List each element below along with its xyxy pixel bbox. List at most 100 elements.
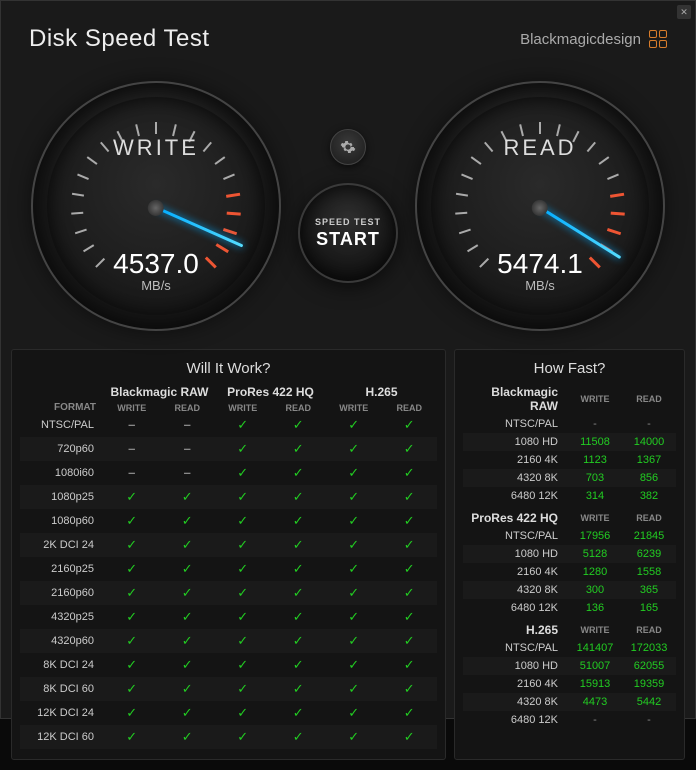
- write-gauge-value: 4537.0 MB/s: [33, 248, 279, 293]
- table-row: 8K DCI 60✓✓✓✓✓✓: [20, 677, 437, 701]
- table-row: 8K DCI 24✓✓✓✓✓✓: [20, 653, 437, 677]
- check-icon: ✓: [404, 609, 415, 624]
- resolution-label: 1080 HD: [463, 548, 568, 560]
- will-it-work-title: Will It Work?: [20, 360, 437, 377]
- table-row: 1080 HD51286239: [463, 545, 676, 563]
- check-icon: ✓: [182, 513, 193, 528]
- check-icon: ✓: [182, 657, 193, 672]
- check-icon: ✓: [348, 609, 359, 624]
- resolution-label: 1080 HD: [463, 436, 568, 448]
- resolution-label: 4320 8K: [463, 696, 568, 708]
- check-icon: ✓: [404, 681, 415, 696]
- check-icon: ✓: [237, 585, 248, 600]
- check-icon: ✓: [404, 561, 415, 576]
- check-icon: ✓: [293, 489, 304, 504]
- table-row: NTSC/PAL141407172033: [463, 639, 676, 657]
- read-value: 5442: [622, 696, 676, 708]
- check-icon: ✓: [404, 441, 415, 456]
- check-icon: ✓: [293, 561, 304, 576]
- check-icon: ✓: [293, 465, 304, 480]
- table-row: 2160 4K12801558: [463, 563, 676, 581]
- check-icon: ✓: [126, 537, 137, 552]
- check-icon: ✓: [126, 657, 137, 672]
- check-icon: ✓: [348, 465, 359, 480]
- how-fast-title: How Fast?: [463, 360, 676, 377]
- read-value: 6239: [622, 548, 676, 560]
- codec-header: Blackmagic RAWWRITEREAD: [463, 385, 676, 413]
- check-icon: ✓: [182, 729, 193, 744]
- read-value: 21845: [622, 530, 676, 542]
- format-label: 2160p60: [20, 587, 104, 599]
- check-icon: ✓: [348, 417, 359, 432]
- check-icon: ✓: [404, 705, 415, 720]
- start-button[interactable]: SPEED TEST START: [298, 183, 398, 283]
- resolution-label: 6480 12K: [463, 602, 568, 614]
- check-icon: ✓: [237, 705, 248, 720]
- check-icon: ✓: [237, 513, 248, 528]
- check-icon: ✓: [237, 561, 248, 576]
- table-row: 1080p60✓✓✓✓✓✓: [20, 509, 437, 533]
- table-row: 2K DCI 24✓✓✓✓✓✓: [20, 533, 437, 557]
- check-icon: ✓: [348, 657, 359, 672]
- check-icon: ✓: [404, 633, 415, 648]
- table-row: 4320 8K44735442: [463, 693, 676, 711]
- how-fast-body: Blackmagic RAWWRITEREADNTSC/PAL--1080 HD…: [463, 385, 676, 729]
- check-icon: ✓: [182, 609, 193, 624]
- format-label: 12K DCI 24: [20, 707, 104, 719]
- read-value: 19359: [622, 678, 676, 690]
- read-value: 382: [622, 490, 676, 502]
- check-icon: ✓: [126, 489, 137, 504]
- read-value: 1558: [622, 566, 676, 578]
- write-value: 141407: [568, 642, 622, 654]
- table-row: 6480 12K136165: [463, 599, 676, 617]
- check-icon: ✓: [182, 585, 193, 600]
- read-value: 14000: [622, 436, 676, 448]
- center-controls: SPEED TEST START: [298, 129, 398, 283]
- dash-icon: –: [128, 465, 135, 480]
- write-value: -: [568, 418, 622, 430]
- check-icon: ✓: [348, 513, 359, 528]
- table-row: 4320p60✓✓✓✓✓✓: [20, 629, 437, 653]
- table-row: 1080 HD1150814000: [463, 433, 676, 451]
- check-icon: ✓: [404, 537, 415, 552]
- check-icon: ✓: [348, 729, 359, 744]
- format-label: 2160p25: [20, 563, 104, 575]
- table-row: 2160p60✓✓✓✓✓✓: [20, 581, 437, 605]
- how-fast-panel: How Fast? Blackmagic RAWWRITEREAD NTSC/PA…: [454, 349, 685, 760]
- resolution-label: 4320 8K: [463, 472, 568, 484]
- read-value: -: [622, 418, 676, 430]
- write-value: 17956: [568, 530, 622, 542]
- format-label: 1080p25: [20, 491, 104, 503]
- format-label: 4320p60: [20, 635, 104, 647]
- table-row: 720p60––✓✓✓✓: [20, 437, 437, 461]
- check-icon: ✓: [404, 585, 415, 600]
- brand-name: Blackmagicdesign: [520, 31, 641, 48]
- table-row: 6480 12K314382: [463, 487, 676, 505]
- disk-speed-test-window: ✕ Disk Speed Test Blackmagicdesign WRITE…: [0, 0, 696, 719]
- settings-button[interactable]: [330, 129, 366, 165]
- write-gauge: WRITE 4537.0 MB/s: [31, 81, 281, 331]
- resolution-label: 4320 8K: [463, 584, 568, 596]
- resolution-label: NTSC/PAL: [463, 530, 568, 542]
- check-icon: ✓: [237, 681, 248, 696]
- write-value: 11508: [568, 436, 622, 448]
- check-icon: ✓: [293, 585, 304, 600]
- table-row: NTSC/PAL1795621845: [463, 527, 676, 545]
- write-value: 51007: [568, 660, 622, 672]
- check-icon: ✓: [182, 561, 193, 576]
- format-label: NTSC/PAL: [20, 419, 104, 431]
- write-value: 314: [568, 490, 622, 502]
- check-icon: ✓: [404, 489, 415, 504]
- brand-dots-icon: [649, 30, 667, 48]
- format-label: 8K DCI 24: [20, 659, 104, 671]
- close-button[interactable]: ✕: [677, 5, 691, 19]
- write-value: 300: [568, 584, 622, 596]
- check-icon: ✓: [348, 441, 359, 456]
- write-value: 4473: [568, 696, 622, 708]
- check-icon: ✓: [293, 609, 304, 624]
- table-row: NTSC/PAL--: [463, 415, 676, 433]
- read-value: 365: [622, 584, 676, 596]
- format-label: 12K DCI 60: [20, 731, 104, 743]
- read-gauge: READ 5474.1 MB/s: [415, 81, 665, 331]
- write-value: 15913: [568, 678, 622, 690]
